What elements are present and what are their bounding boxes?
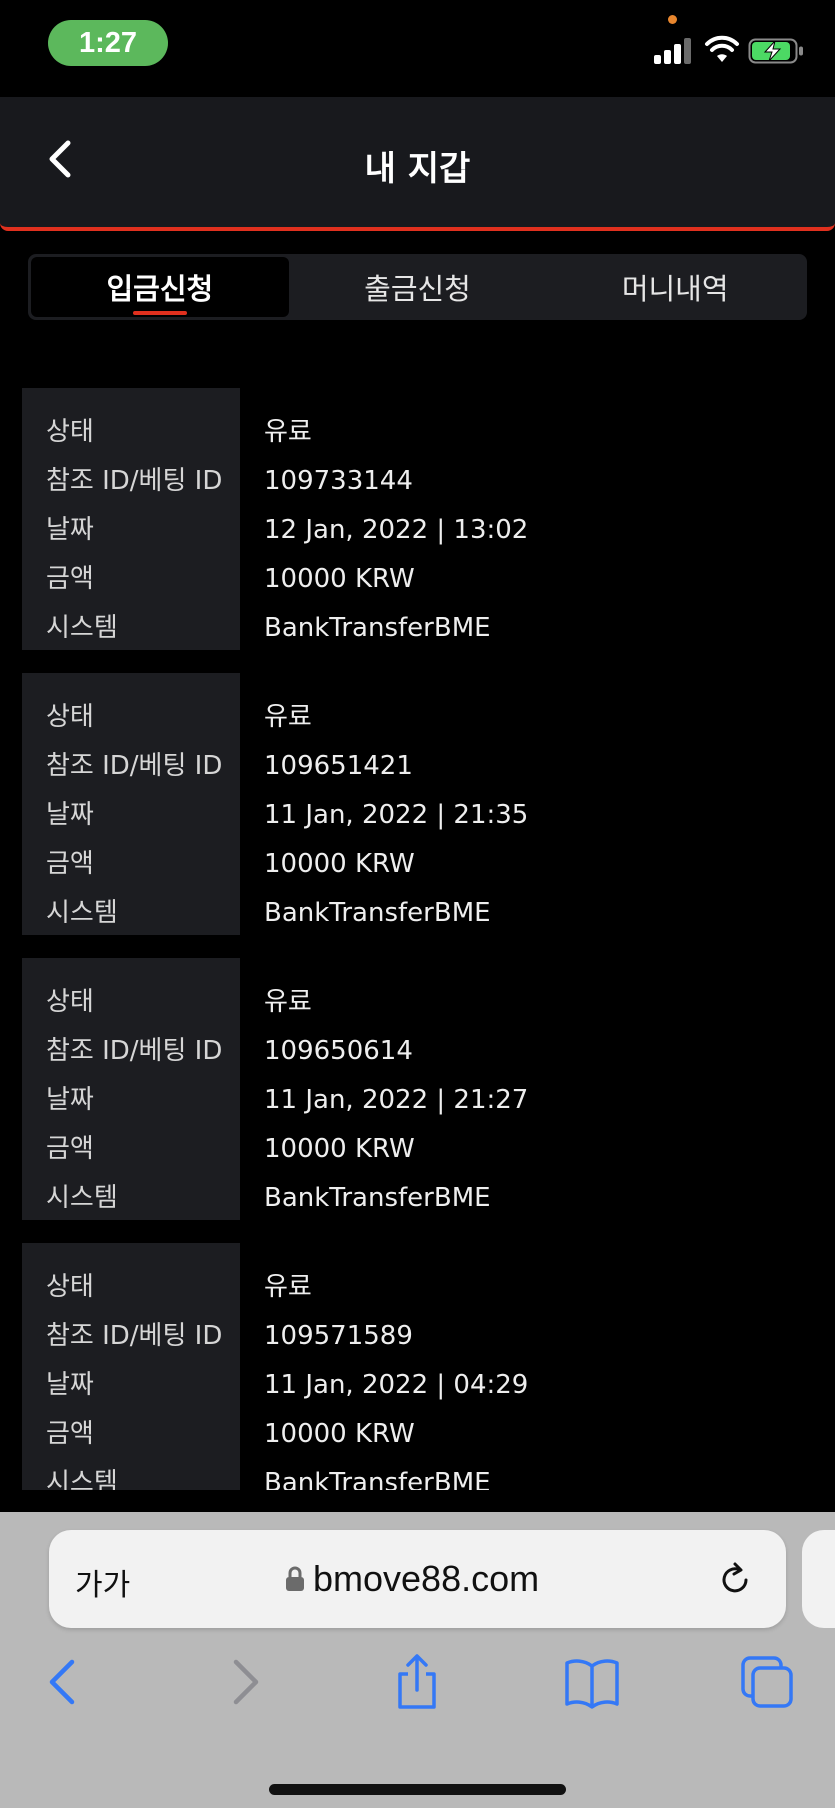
record-values: 유료 109733144 12 Jan, 2022 | 13:02 10000 … [240,388,812,650]
browser-forward-icon[interactable] [214,1652,274,1712]
system-label: 시스템 [46,1468,118,1490]
record-labels: 상태 참조 ID/베팅 ID 날짜 금액 시스템 [22,388,240,650]
browser-toolbar: 가가 bmove88.com [0,1512,835,1808]
url-text: bmove88.com [313,1558,540,1599]
app-header: 내 지갑 [0,97,835,231]
system-value: BankTransferBME [264,898,491,928]
status-value: 유료 [264,417,312,447]
ref-id-value: 109733144 [264,466,413,496]
status-label: 상태 [46,1272,94,1302]
tab-label: 입금신청 [106,272,214,306]
status-value: 유료 [264,1272,312,1302]
tab-label: 머니내역 [621,272,729,306]
status-label: 상태 [46,987,94,1017]
cellular-signal-icon [654,38,694,64]
system-value: BankTransferBME [264,613,491,643]
reload-icon[interactable] [715,1560,755,1600]
record-labels: 상태 참조 ID/베팅 ID 날짜 금액 시스템 [22,673,240,935]
tab-label: 출금신청 [364,272,471,306]
deposit-record: 상태 참조 ID/베팅 ID 날짜 금액 시스템 유료 109733144 12… [22,388,812,650]
date-label: 날짜 [46,1370,94,1400]
deposit-records-list[interactable]: 상태 참조 ID/베팅 ID 날짜 금액 시스템 유료 109733144 12… [22,388,812,1490]
date-value: 11 Jan, 2022 | 21:35 [264,800,529,830]
privacy-indicator-icon [668,15,677,24]
deposit-record: 상태 참조 ID/베팅 ID 날짜 금액 시스템 유료 109650614 11… [22,958,812,1220]
ref-id-value: 109650614 [264,1036,413,1066]
date-value: 11 Jan, 2022 | 04:29 [264,1370,529,1400]
date-value: 11 Jan, 2022 | 21:27 [264,1085,529,1115]
tabs-overview-icon[interactable] [737,1652,797,1712]
amount-label: 금액 [46,1419,94,1449]
next-tab-preview[interactable] [802,1530,835,1628]
system-label: 시스템 [46,613,118,643]
active-tab-underline [132,311,187,315]
date-label: 날짜 [46,800,94,830]
date-label: 날짜 [46,1085,94,1115]
text-size-button[interactable]: 가가 [75,1560,130,1604]
ref-id-value: 109571589 [264,1321,413,1351]
amount-label: 금액 [46,564,94,594]
record-labels: 상태 참조 ID/베팅 ID 날짜 금액 시스템 [22,1243,240,1490]
system-label: 시스템 [46,898,118,928]
share-icon[interactable] [387,1652,447,1712]
wifi-icon [705,35,739,62]
deposit-record: 상태 참조 ID/베팅 ID 날짜 금액 시스템 유료 109571589 11… [22,1243,812,1490]
address-bar[interactable]: 가가 bmove88.com [49,1530,786,1628]
page-title: 내 지갑 [364,149,471,189]
tab-withdrawal-request[interactable]: 출금신청 [289,257,547,317]
ref-id-label: 참조 ID/베팅 ID [46,1321,223,1351]
amount-value: 10000 KRW [264,849,415,879]
system-value: BankTransferBME [264,1468,491,1490]
status-label: 상태 [46,702,94,732]
record-values: 유료 109650614 11 Jan, 2022 | 21:27 10000 … [240,958,812,1220]
tab-deposit-request[interactable]: 입금신청 [31,257,289,317]
system-value: BankTransferBME [264,1183,491,1213]
home-indicator[interactable] [269,1784,566,1795]
date-value: 12 Jan, 2022 | 13:02 [264,515,529,545]
status-bar: 1:27 [0,0,835,96]
amount-value: 10000 KRW [264,1134,415,1164]
ref-id-value: 109651421 [264,751,413,781]
browser-back-icon[interactable] [34,1652,94,1712]
bookmarks-book-icon[interactable] [562,1652,622,1712]
record-values: 유료 109651421 11 Jan, 2022 | 21:35 10000 … [240,673,812,935]
ref-id-label: 참조 ID/베팅 ID [46,1036,223,1066]
status-value: 유료 [264,987,312,1017]
ref-id-label: 참조 ID/베팅 ID [46,466,223,496]
amount-value: 10000 KRW [264,1419,415,1449]
url-display[interactable]: bmove88.com [285,1554,539,1604]
deposit-record: 상태 참조 ID/베팅 ID 날짜 금액 시스템 유료 109651421 11… [22,673,812,935]
status-value: 유료 [264,702,312,732]
battery-charging-icon [748,38,803,64]
status-label: 상태 [46,417,94,447]
record-values: 유료 109571589 11 Jan, 2022 | 04:29 10000 … [240,1243,812,1490]
system-label: 시스템 [46,1183,118,1213]
record-labels: 상태 참조 ID/베팅 ID 날짜 금액 시스템 [22,958,240,1220]
amount-label: 금액 [46,1134,94,1164]
lock-icon [286,1566,304,1591]
amount-value: 10000 KRW [264,564,415,594]
ref-id-label: 참조 ID/베팅 ID [46,751,223,781]
amount-label: 금액 [46,849,94,879]
tab-money-history[interactable]: 머니내역 [546,257,804,317]
wallet-tabs: 입금신청 출금신청 머니내역 [28,254,807,320]
date-label: 날짜 [46,515,94,545]
status-time: 1:27 [48,20,168,66]
